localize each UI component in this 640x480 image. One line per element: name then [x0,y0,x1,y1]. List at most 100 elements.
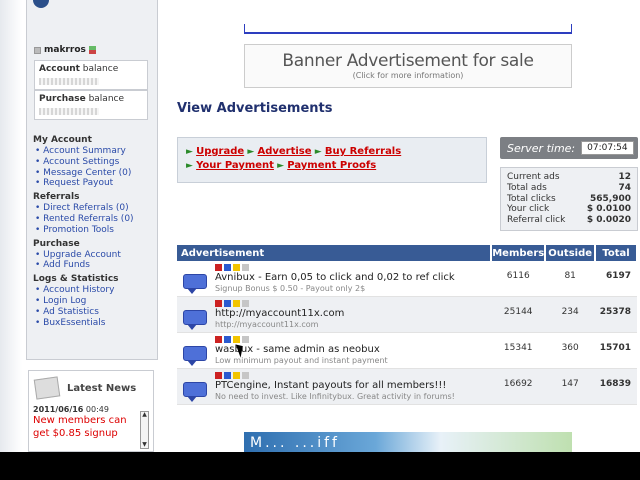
sidebar-item-rented-referrals[interactable]: Rented Referrals (0) [33,214,155,225]
account-balance-label: Account balance [39,64,119,74]
advertisements-table: Advertisement Members Outside Total Avni… [177,245,638,405]
table-row[interactable]: http://myaccount11x.com http://myaccount… [177,296,637,333]
ad-outside: 360 [545,332,596,369]
chat-bubble-icon[interactable] [183,274,209,296]
ad-total: 16839 [595,368,637,405]
ad-members: 16692 [491,368,546,405]
col-header-advertisement: Advertisement [177,245,493,261]
ad-title[interactable]: PTCengine, Instant payouts for all membe… [215,380,455,392]
ad-outside: 147 [545,368,596,405]
news-text[interactable]: New members can get $0.85 signup [29,414,135,440]
ad-total: 6197 [595,261,637,297]
sidebar-item-login-log[interactable]: Login Log [33,296,155,307]
stat-row: Total clicks 565,900 [507,193,631,204]
chat-bubble-icon[interactable] [183,346,209,368]
ad-subtitle: Low minimum payout and instant payment [215,356,388,365]
newspaper-icon [33,376,61,400]
account-balance-value-blurred [39,78,99,85]
menu-section-purchase: Purchase [33,238,80,249]
arrow-icon: ► [186,161,193,171]
chat-bubble-icon[interactable] [183,310,209,332]
menu-section-referrals: Referrals [33,192,80,203]
menu-section-my-account: My Account [33,135,92,145]
sidebar-item-buxessentials[interactable]: BuxEssentials [33,318,155,329]
payment-proofs-link[interactable]: Payment Proofs [287,160,376,171]
latest-news-box: Latest News 2011/06/16 00:49 New members… [28,370,154,452]
your-payment-link[interactable]: Your Payment [196,160,274,171]
page-title: View Advertisements [177,101,333,116]
news-date: 2011/06/16 00:49 [33,405,109,414]
username[interactable]: makrros [44,45,86,55]
latest-news-header: Latest News [29,371,153,405]
sidebar-item-upgrade-account[interactable]: Upgrade Account [33,250,155,261]
arrow-icon: ► [186,147,193,157]
sidebar-item-message-center[interactable]: Message Center (0) [33,168,155,179]
server-time-value: 07:07:54 [581,141,634,155]
col-header-members: Members [491,245,547,261]
ad-title[interactable]: Avnibux - Earn 0,05 to click and 0,02 to… [215,272,455,284]
ad-subtitle: http://myaccount11x.com [215,320,319,329]
ad-title[interactable]: http://myaccount11x.com [215,308,344,320]
purchase-balance-box: Purchase balance [34,90,148,120]
banner-advertisement[interactable]: Banner Advertisement for sale (Click for… [244,44,572,88]
sidebar-menu: My Account Account Summary Account Setti… [33,132,155,328]
purchase-balance-value-blurred [39,108,99,115]
col-header-total: Total [595,245,638,261]
sidebar-item-add-funds[interactable]: Add Funds [33,260,155,271]
scroll-down-arrow-icon[interactable]: ▼ [141,442,148,448]
ad-members: 15341 [491,332,546,369]
account-balance-box: Account balance [34,60,148,90]
sidebar-item-direct-referrals[interactable]: Direct Referrals (0) [33,203,155,214]
ad-subtitle: Signup Bonus $ 0.50 - Payout only 2$ [215,284,366,293]
page-left-gradient [0,0,22,452]
stat-row: Your click $ 0.0100 [507,204,631,215]
arrow-icon: ► [247,147,255,157]
stat-row: Current ads 12 [507,172,631,182]
ad-members: 25144 [491,296,546,333]
news-scrollbar[interactable]: ▲ ▼ [140,411,149,449]
stat-row: Referral click $ 0.0020 [507,215,631,226]
server-time-label: Server time: [507,141,576,155]
top-banner-edge[interactable] [244,24,572,34]
banner-title: Banner Advertisement for sale [282,51,534,71]
table-row[interactable]: PTCengine, Instant payouts for all membe… [177,368,637,405]
latest-news-title: Latest News [67,382,137,394]
quick-links-box: ► Upgrade ► Advertise ► Buy Referrals ► … [177,137,487,183]
stat-row: Total ads 74 [507,182,631,193]
buy-referrals-link[interactable]: Buy Referrals [325,146,401,157]
browser-viewport: makrros Account balance Purchase balance… [0,0,640,452]
sidebar-item-request-payout[interactable]: Request Payout [33,178,155,189]
bottom-banner[interactable]: M... ...iff [244,432,572,452]
ad-subtitle: No need to invest. Like Infinitybux. Gre… [215,392,455,401]
ad-outside: 234 [545,296,596,333]
user-row: makrros [34,44,96,56]
ad-total: 25378 [595,296,637,333]
bottom-banner-text: M... ...iff [250,435,340,451]
ad-color-squares-icon [215,300,344,307]
menu-section-logs-statistics: Logs & Statistics [33,274,119,285]
arrow-icon: ► [277,161,285,171]
stats-box: Current ads 12 Total ads 74 Total clicks 56… [500,167,638,231]
banner-subtitle: (Click for more information) [352,71,464,80]
sidebar-item-account-settings[interactable]: Account Settings [33,157,155,168]
ad-total: 15701 [595,332,637,369]
sidebar-item-promotion-tools[interactable]: Promotion Tools [33,225,155,236]
sidebar-item-account-history[interactable]: Account History [33,285,155,296]
sidebar-item-account-summary[interactable]: Account Summary [33,146,155,157]
upgrade-link[interactable]: Upgrade [196,146,244,157]
scroll-up-arrow-icon[interactable]: ▲ [141,412,148,418]
table-header-row: Advertisement Members Outside Total [177,245,638,261]
ad-color-squares-icon [215,264,455,271]
advertise-link[interactable]: Advertise [257,146,311,157]
ad-members: 6116 [491,261,546,297]
ad-color-squares-icon [215,372,455,379]
chat-bubble-icon[interactable] [183,382,209,404]
sidebar-item-ad-statistics[interactable]: Ad Statistics [33,307,155,318]
ad-outside: 81 [545,261,596,297]
user-status-icon [34,46,41,54]
country-flag-icon [88,46,96,54]
arrow-icon: ► [314,147,322,157]
table-row[interactable]: wasbux - same admin as neobux Low minimu… [177,332,637,369]
server-time-box: Server time: 07:07:54 [500,137,638,159]
table-row[interactable]: Avnibux - Earn 0,05 to click and 0,02 to… [177,261,637,297]
